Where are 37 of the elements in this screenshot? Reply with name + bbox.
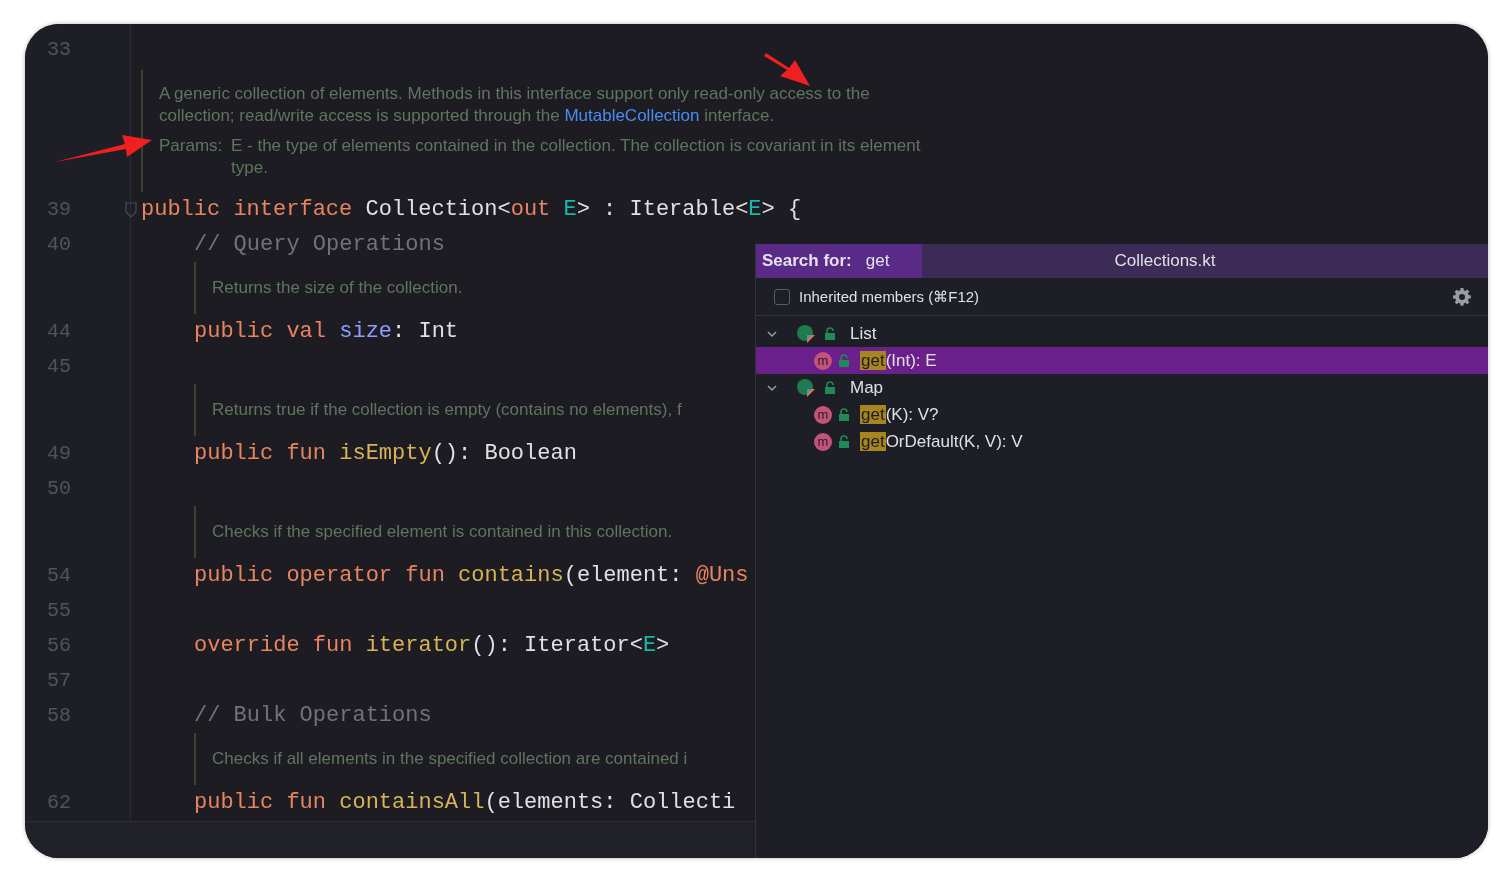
params-text: E - the type of elements contained in the collection. The collection is covariant in its element type. [231, 135, 922, 179]
lock-icon [838, 434, 850, 449]
code-line: public interface Collection<out E> : Iterable<E> { [141, 197, 802, 222]
method-icon: m [814, 351, 832, 370]
doc-text: Checks if all elements in the specified collection are contained i [212, 749, 688, 769]
params-label: Params: [159, 135, 224, 157]
lock-icon [824, 326, 836, 341]
tree-item[interactable]: m get(K): V? [756, 401, 1488, 428]
lock-icon [838, 353, 850, 368]
lock-icon [824, 380, 836, 395]
tree-item[interactable]: Map [756, 374, 1488, 401]
code-line: public fun isEmpty(): Boolean [194, 441, 577, 466]
lock-icon [838, 407, 850, 422]
search-field[interactable]: Search for: get [756, 244, 922, 278]
doc-paragraph: A generic collection of elements. Methods in this interface support only read-only access to the collection; read/write access is supported through the MutableCollection interface. [159, 83, 871, 127]
interface-icon [796, 323, 818, 344]
tree-item[interactable]: m get(Int): E [756, 347, 1488, 374]
doc-text: Returns the size of the collection. [212, 278, 463, 298]
code-line: override fun iterator(): Iterator<E> [194, 633, 670, 658]
tree-item[interactable]: m getOrDefault(K, V): V [756, 428, 1488, 455]
file-title: Collections.kt [1113, 251, 1217, 271]
method-icon: m [814, 432, 832, 451]
code-line: // Bulk Operations [194, 703, 432, 728]
checkbox-label[interactable]: Inherited members (⌘F12) [799, 287, 1452, 306]
annotation-arrow [764, 53, 810, 86]
code-line: public operator fun contains(element: @Uns [194, 563, 749, 588]
settings-icon[interactable] [1452, 286, 1472, 307]
interface-icon [796, 377, 818, 398]
doc-text: Checks if the specified element is contained in this collection. [212, 522, 673, 542]
method-icon: m [814, 405, 832, 424]
code-line: public fun containsAll(elements: Collecti [194, 790, 736, 815]
doc-text: Returns true if the collection is empty (contains no elements), f [212, 400, 682, 420]
doc-link[interactable]: MutableCollection [564, 106, 700, 125]
tree-item[interactable]: List [756, 320, 1488, 347]
code-line: public val size: Int [194, 319, 459, 344]
checkbox[interactable] [774, 288, 790, 305]
code-line: // Query Operations [194, 232, 445, 257]
